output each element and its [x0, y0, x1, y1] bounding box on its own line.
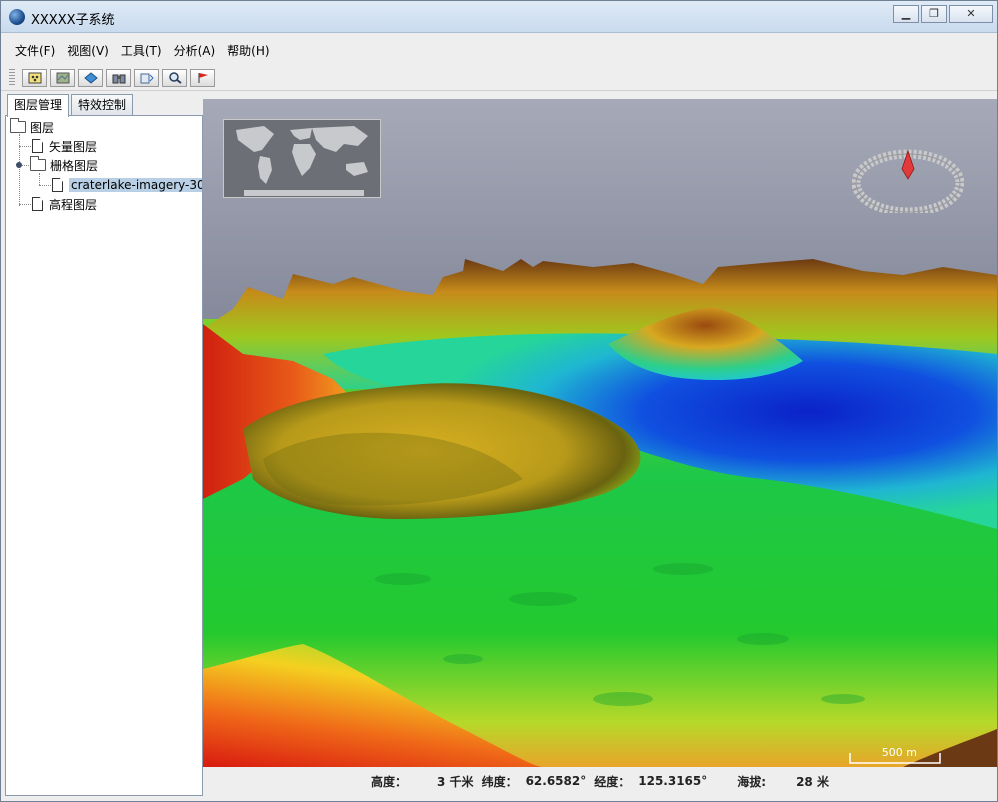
- menu-help[interactable]: 帮助(H): [221, 39, 275, 62]
- toolbar: [1, 65, 997, 91]
- zoom-tool-button[interactable]: [162, 68, 187, 87]
- globe-icon: [9, 9, 25, 25]
- status-bar: 高度： 3 千米 纬度： 62.6582° 经度： 125.3165° 海拔: …: [203, 767, 997, 795]
- layer-tree: 图层 矢量图层 栅格图层 craterlake-imagery-30m 高程图层: [5, 115, 203, 796]
- longitude-label: 经度：: [594, 774, 631, 789]
- title-bar: XXXXX子系统 ▁ ❐ ✕: [1, 1, 997, 33]
- toolbar-grip[interactable]: [9, 68, 15, 87]
- flag-icon: [198, 72, 208, 83]
- file-icon: [52, 178, 63, 192]
- maximize-button[interactable]: ❐: [921, 5, 947, 23]
- tab-effects-control[interactable]: 特效控制: [71, 94, 134, 116]
- compass-widget[interactable]: [852, 149, 964, 213]
- scale-bar: [849, 753, 941, 764]
- tree-node-raster-item[interactable]: craterlake-imagery-30m: [52, 176, 202, 194]
- tree-node-label: 高程图层: [49, 197, 98, 212]
- menu-tools[interactable]: 工具(T): [115, 39, 168, 62]
- file-icon: [32, 197, 43, 211]
- tree-node-vector[interactable]: 矢量图层: [32, 137, 97, 155]
- compass-icon: [852, 149, 964, 213]
- tree-connector: [19, 134, 20, 206]
- menu-view[interactable]: 视图(V): [61, 39, 115, 62]
- altitude-value: 3 千米: [437, 774, 474, 789]
- map-tool-button[interactable]: [50, 68, 75, 87]
- navigate-tool-button[interactable]: [78, 68, 103, 87]
- window-title: XXXXX子系统: [31, 13, 115, 28]
- altitude-label: 高度：: [371, 774, 408, 789]
- elevation-label: 海拔:: [737, 774, 767, 789]
- world-map-icon: [224, 120, 380, 197]
- window-controls: ▁ ❐ ✕: [893, 5, 993, 23]
- select-icon: [28, 72, 41, 83]
- measure-icon: [140, 73, 154, 83]
- globe-3d-view[interactable]: 500 m: [203, 99, 997, 767]
- tree-node-root[interactable]: 图层: [10, 118, 54, 136]
- tree-connector: [19, 146, 31, 147]
- tree-node-elevation[interactable]: 高程图层: [32, 195, 97, 213]
- select-tool-button[interactable]: [22, 68, 47, 87]
- binoculars-tool-button[interactable]: [106, 68, 131, 87]
- navigate-icon: [83, 71, 98, 84]
- menu-file[interactable]: 文件(F): [9, 39, 61, 62]
- longitude-value: 125.3165°: [638, 774, 708, 788]
- collapse-toggle[interactable]: [16, 162, 22, 168]
- zoom-icon: [168, 71, 182, 84]
- tree-node-label: 图层: [30, 120, 55, 135]
- tree-connector: [19, 204, 31, 205]
- layer-panel: 图层管理 特效控制 图层 矢量图层 栅格图层 craterlake-imager…: [5, 94, 203, 796]
- tree-node-label: 矢量图层: [49, 139, 98, 154]
- measure-tool-button[interactable]: [134, 68, 159, 87]
- panel-tabs: 图层管理 特效控制: [7, 94, 135, 117]
- file-icon: [32, 139, 43, 153]
- latitude-value: 62.6582°: [525, 774, 587, 788]
- menu-bar: 文件(F) 视图(V) 工具(T) 分析(A) 帮助(H): [1, 37, 997, 63]
- close-button[interactable]: ✕: [949, 5, 993, 23]
- elevation-value: 28 米: [796, 774, 829, 789]
- tab-layer-management[interactable]: 图层管理: [7, 94, 70, 117]
- tree-node-label: craterlake-imagery-30m: [69, 178, 202, 192]
- folder-open-icon: [30, 156, 46, 171]
- flag-tool-button[interactable]: [190, 68, 215, 87]
- tree-connector: [39, 173, 40, 185]
- tree-node-label: 栅格图层: [50, 158, 99, 173]
- map-icon: [56, 72, 69, 83]
- tree-connector: [39, 185, 51, 186]
- folder-open-icon: [10, 118, 26, 133]
- tree-node-raster[interactable]: 栅格图层: [30, 156, 98, 174]
- latitude-label: 纬度：: [481, 774, 518, 789]
- world-minimap[interactable]: [223, 119, 381, 198]
- binoculars-icon: [112, 74, 125, 83]
- minimize-button[interactable]: ▁: [893, 5, 919, 23]
- main-window: XXXXX子系统 ▁ ❐ ✕ 文件(F) 视图(V) 工具(T) 分析(A) 帮…: [0, 0, 998, 802]
- menu-analysis[interactable]: 分析(A): [168, 39, 222, 62]
